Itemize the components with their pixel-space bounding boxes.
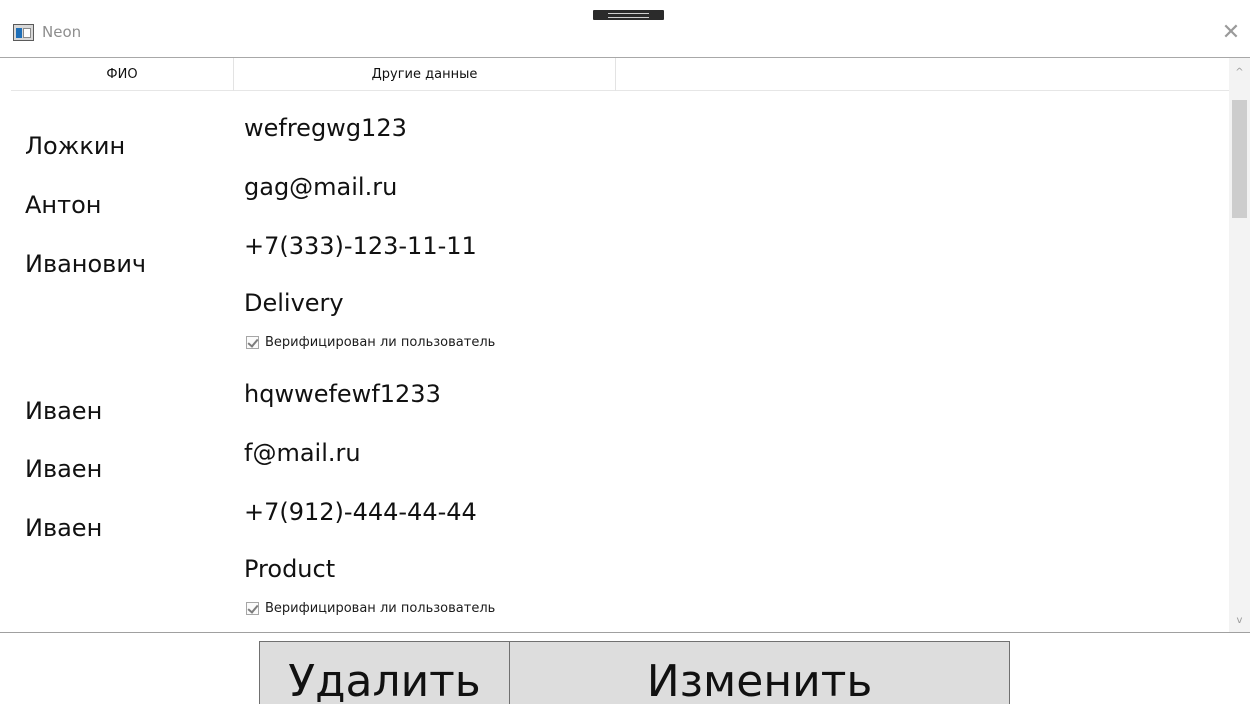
edit-button[interactable]: Изменить (509, 641, 1010, 704)
login-value: hqwwefewf1233 (244, 380, 441, 408)
scroll-down-icon[interactable]: v (1229, 612, 1250, 630)
delete-button[interactable]: Удалить (259, 641, 510, 704)
verified-checkbox[interactable] (246, 601, 259, 615)
window-title: Neon (42, 23, 82, 41)
list-item[interactable]: Ложкин Антон Иванович wefregwg123 gag@ma… (11, 92, 1229, 358)
login-value: wefregwg123 (244, 114, 407, 142)
scroll-up-icon[interactable]: ^ (1229, 64, 1250, 82)
phone-value: +7(333)-123-11-11 (244, 232, 477, 260)
patronymic: Иваен (25, 514, 103, 542)
verified-checkbox-row[interactable]: Верифицирован ли пользователь (246, 599, 495, 617)
scroll-thumb[interactable] (1232, 100, 1247, 218)
list-header: ФИО Другие данные (11, 58, 1229, 91)
drag-handle-icon[interactable] (593, 10, 664, 20)
last-name: Ложкин (25, 132, 126, 160)
verified-checkbox[interactable] (246, 335, 259, 349)
email-value: gag@mail.ru (244, 173, 398, 201)
title-bar[interactable]: Neon ✕ (0, 0, 1250, 58)
verified-label: Верифицирован ли пользователь (265, 334, 496, 350)
role-value: Product (244, 555, 336, 583)
first-name: Иваен (25, 455, 103, 483)
column-header-fio[interactable]: ФИО (11, 58, 234, 91)
app-window-icon (13, 24, 34, 41)
patronymic: Иванович (25, 250, 147, 278)
list-item[interactable]: Иваен Иваен Иваен hqwwefewf1233 f@mail.r… (11, 358, 1229, 624)
vertical-scrollbar[interactable]: ^ v (1229, 58, 1250, 632)
first-name: Антон (25, 191, 102, 219)
email-value: f@mail.ru (244, 439, 361, 467)
phone-value: +7(912)-444-44-44 (244, 498, 477, 526)
users-list-view[interactable]: ФИО Другие данные Ложкин Антон Иванович … (11, 58, 1250, 632)
verified-label: Верифицирован ли пользователь (265, 600, 496, 616)
verified-checkbox-row[interactable]: Верифицирован ли пользователь (246, 333, 495, 351)
list-items: Ложкин Антон Иванович wefregwg123 gag@ma… (11, 92, 1229, 632)
list-bottom-separator (0, 632, 1250, 633)
column-header-other-data[interactable]: Другие данные (234, 58, 616, 91)
app-window: Neon ✕ ФИО Другие данные Ложкин Антон Ив… (0, 0, 1250, 704)
last-name: Иваен (25, 397, 103, 425)
role-value: Delivery (244, 289, 344, 317)
close-icon[interactable]: ✕ (1218, 20, 1244, 46)
